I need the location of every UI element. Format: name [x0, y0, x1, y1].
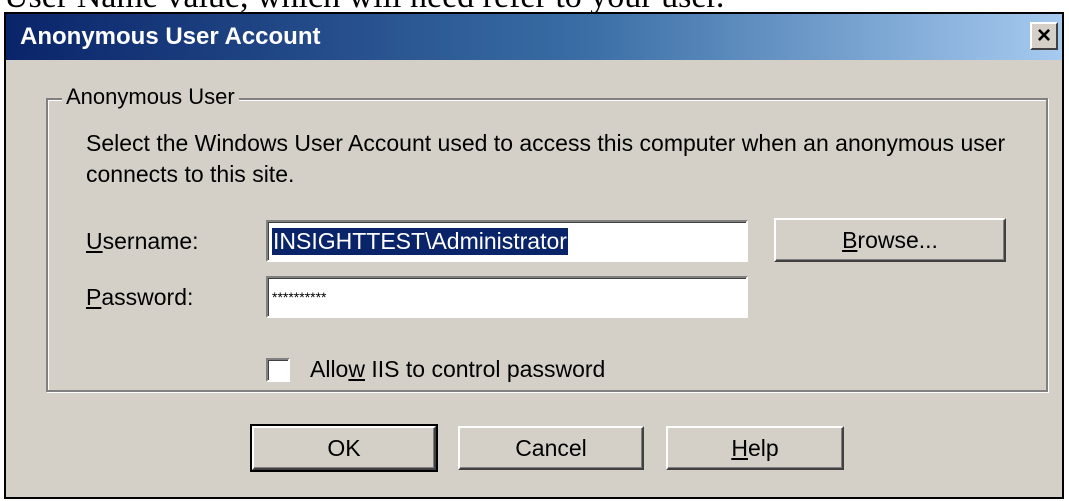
username-input-value: INSIGHTTEST\Administrator — [272, 227, 568, 255]
username-label-accel: U — [86, 228, 103, 254]
help-button[interactable]: Help — [666, 426, 844, 470]
close-button[interactable]: × — [1030, 22, 1058, 50]
allow-iis-checkbox[interactable] — [266, 358, 290, 382]
username-label: Username: — [86, 228, 199, 255]
password-input[interactable]: ********** — [266, 276, 748, 318]
groupbox-legend: Anonymous User — [62, 84, 239, 110]
help-label-accel: H — [731, 434, 748, 461]
cancel-button-label: Cancel — [515, 434, 587, 461]
browse-label-accel: B — [842, 226, 858, 253]
dialog-title: Anonymous User Account — [20, 23, 321, 50]
close-icon: × — [1036, 22, 1051, 49]
browse-label-rest: rowse... — [857, 226, 938, 253]
allow-label-rest: IIS to control password — [364, 356, 606, 382]
password-label-accel: P — [86, 284, 102, 310]
password-label: Password: — [86, 284, 193, 311]
allow-iis-checkbox-label[interactable]: Allow IIS to control password — [310, 356, 605, 383]
browse-button[interactable]: Browse... — [774, 218, 1006, 262]
password-label-rest: assword: — [101, 284, 194, 310]
anonymous-user-groupbox: Anonymous User Select the Windows User A… — [46, 84, 1048, 392]
username-label-rest: sername: — [102, 228, 199, 254]
username-input[interactable]: INSIGHTTEST\Administrator — [266, 220, 748, 262]
allow-label-accel: w — [348, 356, 365, 382]
ok-button-label: OK — [327, 434, 361, 461]
anonymous-user-account-dialog: Anonymous User Account × Anonymous User … — [4, 12, 1064, 499]
help-label-rest: elp — [747, 434, 779, 461]
cancel-button[interactable]: Cancel — [458, 426, 644, 470]
password-input-value: ********** — [272, 289, 327, 305]
description-text: Select the Windows User Account used to … — [86, 130, 1006, 187]
title-bar[interactable]: Anonymous User Account × — [6, 14, 1062, 60]
allow-label-pre: Allo — [310, 356, 349, 382]
ok-button[interactable]: OK — [250, 424, 438, 472]
